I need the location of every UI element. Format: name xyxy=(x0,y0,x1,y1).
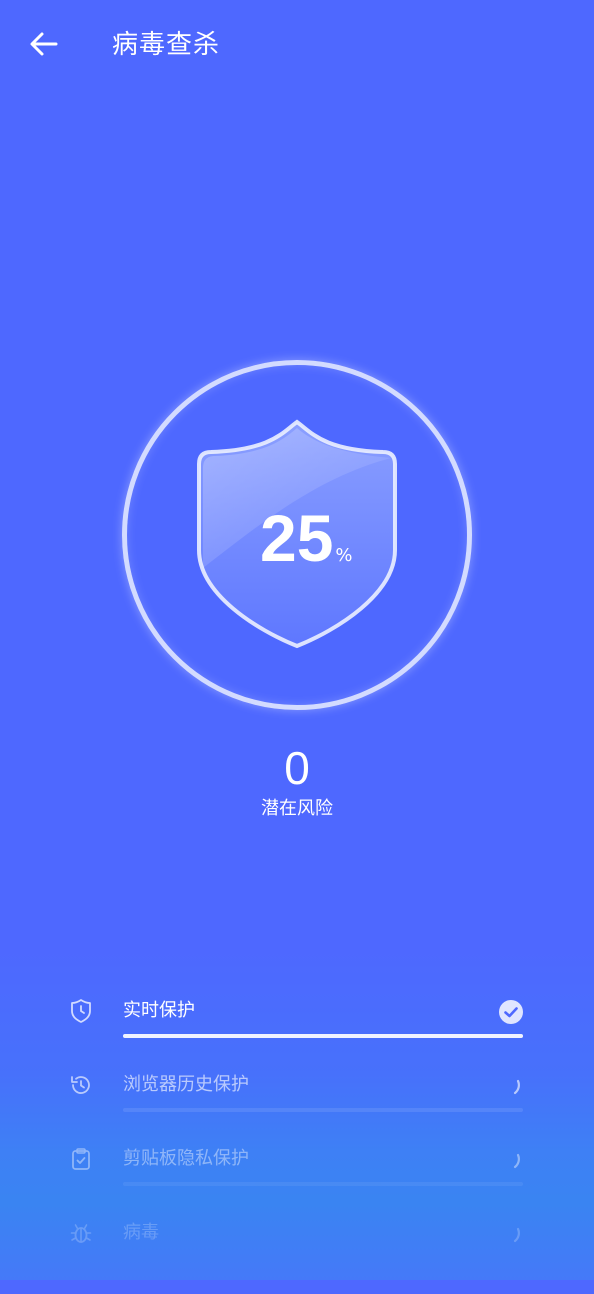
progress-unit: % xyxy=(335,545,353,566)
arrow-left-icon[interactable] xyxy=(26,26,62,62)
scan-item-progress xyxy=(123,1108,523,1112)
scan-item-clipboard: 剪贴板隐私保护 xyxy=(0,1146,594,1220)
check-circle-icon xyxy=(499,1000,523,1024)
spinner-icon xyxy=(513,1153,520,1169)
scan-item-label: 浏览器历史保护 xyxy=(123,1074,249,1095)
scan-item-label: 实时保护 xyxy=(123,1000,195,1021)
scan-item-progress xyxy=(123,1034,523,1038)
spinner-icon xyxy=(513,1079,520,1095)
progress-fill xyxy=(123,1034,523,1038)
scan-item-label: 病毒 xyxy=(123,1222,159,1243)
scan-item-virus: 病毒 xyxy=(0,1220,594,1294)
clipboard-icon xyxy=(72,1148,90,1170)
page-title: 病毒查杀 xyxy=(112,30,221,60)
history-icon xyxy=(71,1076,90,1094)
top-bar: 病毒查杀 xyxy=(0,0,594,90)
risk-count: 0 xyxy=(284,742,310,794)
scan-item-realtime: 实时保护 xyxy=(0,998,594,1072)
scan-progress-text: 25% xyxy=(260,498,353,578)
scan-item-progress xyxy=(123,1182,523,1186)
risk-label: 潜在风险 xyxy=(261,798,333,819)
scan-item-label: 剪贴板隐私保护 xyxy=(123,1148,249,1169)
spinner-icon xyxy=(513,1227,520,1243)
bug-icon xyxy=(70,1224,92,1243)
clock-shield-icon xyxy=(71,999,91,1023)
progress-value: 25 xyxy=(260,501,334,575)
scan-item-browser-history: 浏览器历史保护 xyxy=(0,1072,594,1146)
